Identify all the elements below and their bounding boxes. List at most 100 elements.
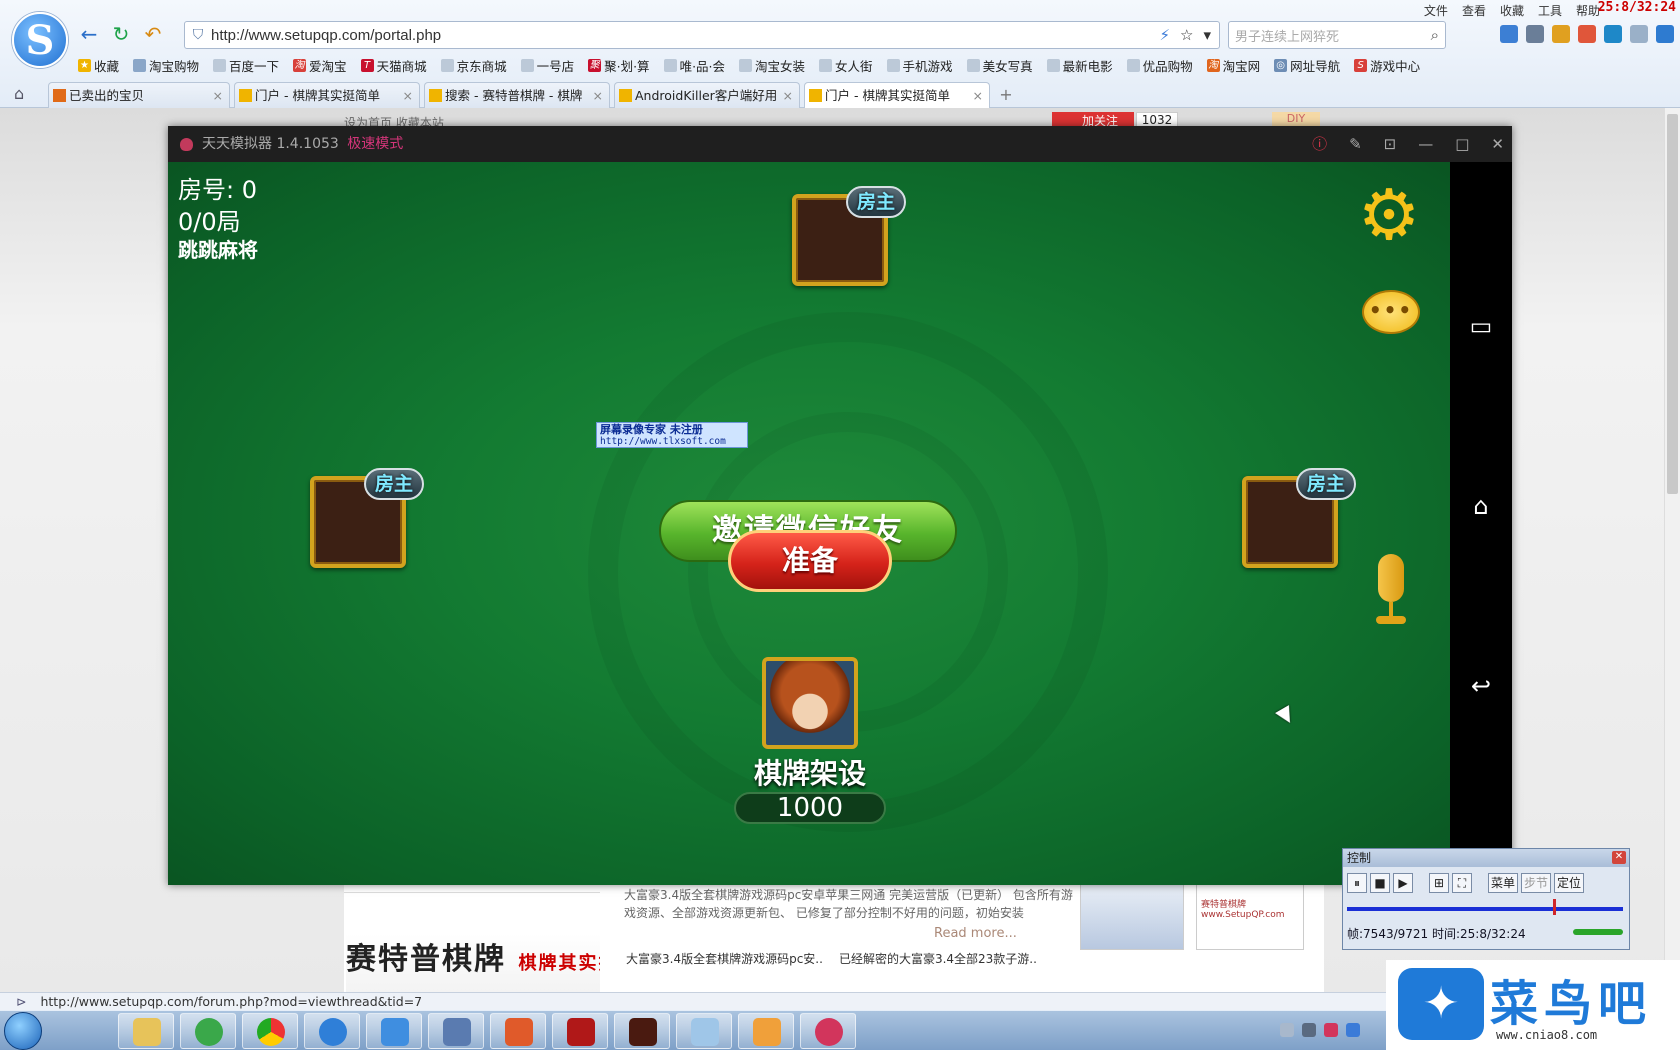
- microphone-icon[interactable]: [1372, 554, 1410, 626]
- bookmark-item[interactable]: 一号店: [520, 56, 574, 75]
- m-app[interactable]: [552, 1013, 608, 1049]
- android-home-icon[interactable]: ⌂: [1462, 492, 1500, 522]
- tab-sold-items[interactable]: 已卖出的宝贝 ×: [48, 82, 230, 108]
- volume-slider[interactable]: [1573, 929, 1623, 935]
- bookmark-item[interactable]: ◎ 网址导航: [1274, 56, 1340, 75]
- recorder-titlebar[interactable]: 控制 ✕: [1343, 849, 1629, 867]
- playback-position[interactable]: [1553, 899, 1556, 915]
- lightning-icon[interactable]: ⚡: [1159, 26, 1170, 44]
- bookmark-item[interactable]: 唯·品·会: [663, 56, 725, 75]
- related-link[interactable]: 大富豪3.4版全套棋牌游戏源码pc安..: [626, 950, 823, 967]
- close-icon[interactable]: ×: [213, 83, 223, 108]
- explorer-app[interactable]: [118, 1013, 174, 1049]
- bookmark-item[interactable]: 百度一下: [213, 56, 279, 75]
- tab-androidkiller[interactable]: AndroidKiller客户端好用 ×: [614, 82, 800, 108]
- notes-app[interactable]: [676, 1013, 732, 1049]
- bookmark-item[interactable]: 淘宝购物: [133, 56, 199, 75]
- bookmark-item[interactable]: 手机游戏: [886, 56, 953, 75]
- more-icon[interactable]: [1630, 25, 1648, 43]
- url-text[interactable]: http://www.setupqp.com/portal.php: [211, 27, 1159, 44]
- keyboard-icon[interactable]: [1280, 1023, 1294, 1037]
- back-arrow-icon[interactable]: ←: [78, 22, 100, 46]
- bookmark-item[interactable]: T 天猫商城: [360, 56, 427, 75]
- article-thumbnail[interactable]: [1080, 884, 1184, 950]
- remote-desktop-app[interactable]: [428, 1013, 484, 1049]
- fullscreen-icon[interactable]: ⛶: [1452, 873, 1472, 893]
- scrollbar-thumb[interactable]: [1667, 114, 1678, 494]
- ready-button[interactable]: 准备: [728, 530, 892, 592]
- menu-tools[interactable]: 工具: [1538, 2, 1562, 19]
- close-icon[interactable]: ✕: [1612, 851, 1626, 864]
- article-thumbnail-2[interactable]: 赛特普棋牌 www.SetupQP.com: [1196, 884, 1304, 950]
- menu-file[interactable]: 文件: [1424, 2, 1448, 19]
- chevron-down-icon[interactable]: ▾: [1203, 26, 1211, 44]
- minimize-icon[interactable]: —: [1418, 126, 1433, 162]
- close-icon[interactable]: ✕: [1491, 126, 1504, 162]
- recorder-app[interactable]: [490, 1013, 546, 1049]
- play-icon[interactable]: ▶: [1393, 873, 1413, 893]
- address-bar[interactable]: ⛉ http://www.setupqp.com/portal.php ⚡ ☆ …: [184, 21, 1220, 49]
- bookmark-item[interactable]: 最新电影: [1046, 56, 1113, 75]
- download-icon[interactable]: [1656, 25, 1674, 43]
- bookmark-item[interactable]: 聚聚·划·算: [588, 56, 650, 75]
- maximize-icon[interactable]: □: [1455, 126, 1469, 162]
- ie-app[interactable]: [180, 1013, 236, 1049]
- bookmark-icon[interactable]: [1578, 25, 1596, 43]
- menu-favorites[interactable]: 收藏: [1500, 2, 1524, 19]
- close-icon[interactable]: ×: [783, 83, 793, 108]
- translate-icon[interactable]: [1604, 25, 1622, 43]
- site-banner[interactable]: 赛特普棋牌 棋牌其实挺简单: [346, 934, 600, 992]
- bookmark-item[interactable]: 淘淘宝网: [1206, 56, 1260, 75]
- chat-bubble-icon[interactable]: •••: [1362, 290, 1420, 334]
- briefcase-app[interactable]: [738, 1013, 794, 1049]
- settings-gear-icon[interactable]: ⚙: [1356, 180, 1422, 250]
- read-more-link[interactable]: Read more...: [934, 926, 1017, 941]
- tab-portal[interactable]: 门户 - 棋牌其实挺简单 ×: [234, 82, 420, 108]
- player-avatar[interactable]: [762, 657, 858, 749]
- bookmark-item[interactable]: 淘爱淘宝: [293, 56, 347, 75]
- scissors-icon[interactable]: [1526, 25, 1544, 43]
- bookmark-item[interactable]: S 游戏中心: [1354, 56, 1420, 75]
- key-icon[interactable]: [1552, 25, 1570, 43]
- close-icon[interactable]: ×: [593, 83, 603, 108]
- page-scrollbar[interactable]: [1664, 108, 1680, 992]
- refresh-icon[interactable]: ↻: [110, 22, 132, 46]
- android-back-icon[interactable]: ↩: [1462, 672, 1500, 702]
- close-icon[interactable]: ×: [403, 83, 413, 108]
- emulator-tray-icon[interactable]: [1324, 1023, 1338, 1037]
- sidebar-toggle-icon[interactable]: ⊳: [16, 993, 26, 1011]
- recent-apps-icon[interactable]: ▭: [1462, 312, 1500, 342]
- new-tab-button[interactable]: +: [996, 85, 1016, 105]
- start-button[interactable]: [4, 1012, 42, 1050]
- star-icon[interactable]: ☆: [1180, 26, 1193, 44]
- fit-window-icon[interactable]: ⊞: [1429, 873, 1449, 893]
- restore-icon[interactable]: ⊡: [1384, 126, 1397, 162]
- emulator-titlebar[interactable]: 天天模拟器 1.4.1053 极速模式 ⓘ ✎ ⊡ — □ ✕: [168, 126, 1512, 162]
- alert-icon[interactable]: ⓘ: [1312, 126, 1327, 162]
- bookmark-item[interactable]: 女人街: [819, 56, 873, 75]
- menu-view[interactable]: 查看: [1462, 2, 1486, 19]
- network-icon[interactable]: [1302, 1023, 1316, 1037]
- game-app[interactable]: [614, 1013, 670, 1049]
- extension-icon[interactable]: [1500, 25, 1518, 43]
- menu-button[interactable]: 菜单: [1488, 873, 1519, 893]
- playback-track[interactable]: [1347, 907, 1623, 911]
- chrome-app[interactable]: [242, 1013, 298, 1049]
- search-input[interactable]: 男子连续上网猝死 ⌕: [1228, 21, 1446, 49]
- tab-search[interactable]: 搜索 - 赛特普棋牌 - 棋牌 ×: [424, 82, 610, 108]
- step-button[interactable]: 步节: [1521, 873, 1552, 893]
- tray-app-icon[interactable]: [1346, 1023, 1360, 1037]
- pin-icon[interactable]: ✎: [1349, 126, 1362, 162]
- pause-icon[interactable]: ⏸: [1347, 873, 1367, 893]
- bookmark-item[interactable]: 京东商城: [440, 56, 507, 75]
- bookmark-item[interactable]: 淘宝女装: [739, 56, 805, 75]
- bookmark-item[interactable]: 优品购物: [1126, 56, 1193, 75]
- menu-help[interactable]: 帮助: [1576, 2, 1600, 19]
- locate-button[interactable]: 定位: [1554, 873, 1585, 893]
- undo-icon[interactable]: ↶: [142, 22, 164, 46]
- related-link[interactable]: 已经解密的大富豪3.4全部23款子游..: [839, 950, 1037, 967]
- search-icon[interactable]: ⌕: [1431, 26, 1439, 44]
- mail-app[interactable]: [366, 1013, 422, 1049]
- bookmark-item[interactable]: 美女写真: [966, 56, 1033, 75]
- browser-logo[interactable]: S: [12, 12, 68, 68]
